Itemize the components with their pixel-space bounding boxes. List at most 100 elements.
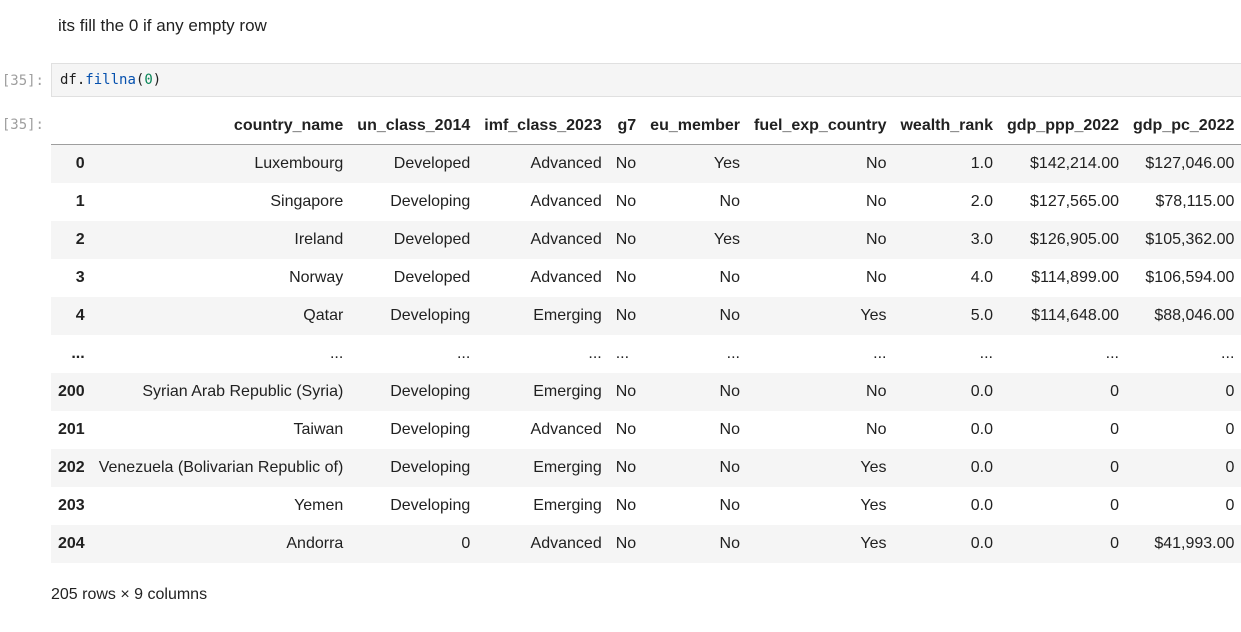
- table-cell: Yes: [860, 535, 887, 552]
- row-index: 203: [58, 497, 85, 514]
- table-cell: ...: [1221, 345, 1235, 362]
- table-cell: No: [615, 535, 637, 552]
- table-cell: Yes: [860, 497, 887, 514]
- table-cell: No: [866, 269, 887, 286]
- table-cell: Developing: [390, 459, 471, 476]
- row-index: 202: [58, 459, 85, 476]
- table-cell: No: [719, 307, 740, 324]
- column-header: country_name: [91, 108, 351, 145]
- table-cell: Emerging: [533, 307, 602, 324]
- code-line[interactable]: df.fillna(0): [60, 72, 161, 88]
- table-cell: 0.0: [970, 421, 993, 438]
- table-cell: No: [866, 193, 887, 210]
- table-cell: Venezuela (Bolivarian Republic of): [98, 459, 344, 476]
- table-cell: Qatar: [303, 307, 344, 324]
- table-cell: ...: [329, 345, 344, 362]
- input-prompt: [35]:: [1, 73, 44, 89]
- column-header: gdp_pc_2022: [1126, 108, 1241, 145]
- row-index: 201: [58, 421, 85, 438]
- code-argument: 0: [144, 72, 153, 88]
- dataframe-table: country_name un_class_2014 imf_class_202…: [51, 108, 1241, 563]
- table-row: 202 Venezuela (Bolivarian Republic of) Dev…: [51, 449, 1241, 487]
- column-header: wealth_rank: [893, 108, 1000, 145]
- table-cell: Developing: [390, 383, 471, 400]
- table-cell: No: [719, 497, 740, 514]
- row-index: 3: [75, 269, 85, 286]
- table-row: 2 Ireland Developed Advanced No Yes No 3.0 $126,…: [51, 221, 1241, 259]
- table-cell: Advanced: [530, 269, 602, 286]
- code-function: fillna: [85, 72, 136, 88]
- column-header: fuel_exp_country: [747, 108, 894, 145]
- output-prompt: [35]:: [1, 117, 44, 133]
- table-cell: Norway: [289, 269, 344, 286]
- table-cell: No: [615, 193, 637, 210]
- table-row: 0 Luxembourg Developed Advanced No Yes No 1.0 $1…: [51, 144, 1241, 183]
- table-cell: Emerging: [533, 497, 602, 514]
- table-cell: 0: [1225, 421, 1235, 438]
- table-cell: Yes: [713, 231, 740, 248]
- table-cell: 5.0: [970, 307, 993, 324]
- table-cell: No: [719, 421, 740, 438]
- table-cell: Developing: [390, 307, 471, 324]
- column-header: imf_class_2023: [477, 108, 609, 145]
- table-cell: 0: [461, 535, 471, 552]
- table-cell: $114,648.00: [1031, 307, 1119, 324]
- table-cell: Taiwan: [293, 421, 344, 438]
- table-cell: ...: [1105, 345, 1119, 362]
- table-cell: Yes: [860, 307, 887, 324]
- table-cell: 2.0: [970, 193, 993, 210]
- code-cell-editor[interactable]: df.fillna(0): [51, 63, 1241, 97]
- table-cell: Advanced: [530, 193, 602, 210]
- table-cell: No: [615, 155, 637, 172]
- table-cell: $88,046.00: [1154, 307, 1235, 324]
- table-cell: 0.0: [970, 459, 993, 476]
- table-cell: No: [719, 269, 740, 286]
- table-cell: Andorra: [286, 535, 344, 552]
- notebook-page: its fill the 0 if any empty row [35]: df…: [0, 0, 1241, 632]
- row-index: 0: [75, 155, 85, 172]
- table-cell: Advanced: [530, 421, 602, 438]
- table-cell: Advanced: [530, 155, 602, 172]
- table-cell: ...: [456, 345, 471, 362]
- table-cell: ...: [615, 345, 630, 362]
- table-cell: $78,115.00: [1155, 193, 1235, 210]
- table-row: 204 Andorra 0 Advanced No No Yes 0.0 0 $41,993.00: [51, 525, 1241, 563]
- table-row: 4 Qatar Developing Emerging No No Yes 5.0 $114,6…: [51, 297, 1241, 335]
- table-cell: 0.0: [970, 535, 993, 552]
- table-cell: No: [615, 421, 637, 438]
- table-cell: Developed: [393, 231, 471, 248]
- table-cell: No: [866, 383, 887, 400]
- table-cell: $126,905.00: [1030, 231, 1119, 248]
- table-cell: 1.0: [970, 155, 993, 172]
- table-cell: 4.0: [970, 269, 993, 286]
- table-row: 201 Taiwan Developing Advanced No No No 0.0 0 0: [51, 411, 1241, 449]
- table-header-row: country_name un_class_2014 imf_class_202…: [51, 108, 1241, 145]
- table-cell: Syrian Arab Republic (Syria): [142, 383, 344, 400]
- table-cell: Yes: [860, 459, 887, 476]
- table-row: 3 Norway Developed Advanced No No No 4.0 $114,89…: [51, 259, 1241, 297]
- table-cell: Luxembourg: [254, 155, 344, 172]
- table-cell: No: [615, 307, 637, 324]
- table-cell: Developing: [390, 193, 471, 210]
- table-cell: 0: [1110, 459, 1119, 476]
- table-row: 200 Syrian Arab Republic (Syria) Developin…: [51, 373, 1241, 411]
- table-cell: No: [866, 421, 887, 438]
- column-header: g7: [608, 108, 644, 145]
- table-cell: Singapore: [270, 193, 344, 210]
- table-cell: Developing: [390, 497, 471, 514]
- table-cell: ...: [979, 345, 993, 362]
- table-cell: 0: [1225, 383, 1235, 400]
- table-cell: $106,594.00: [1145, 269, 1235, 286]
- table-cell: Yes: [713, 155, 740, 172]
- row-index: 4: [75, 307, 85, 324]
- table-cell: No: [719, 459, 740, 476]
- table-cell: No: [615, 459, 637, 476]
- table-cell: 0: [1225, 459, 1235, 476]
- code-paren-close: ): [152, 72, 162, 88]
- table-cell: Ireland: [294, 231, 344, 248]
- table-cell: Advanced: [530, 231, 602, 248]
- table-cell: No: [615, 269, 637, 286]
- table-cell: Emerging: [533, 383, 602, 400]
- table-cell: Yemen: [294, 497, 344, 514]
- table-cell: No: [866, 155, 887, 172]
